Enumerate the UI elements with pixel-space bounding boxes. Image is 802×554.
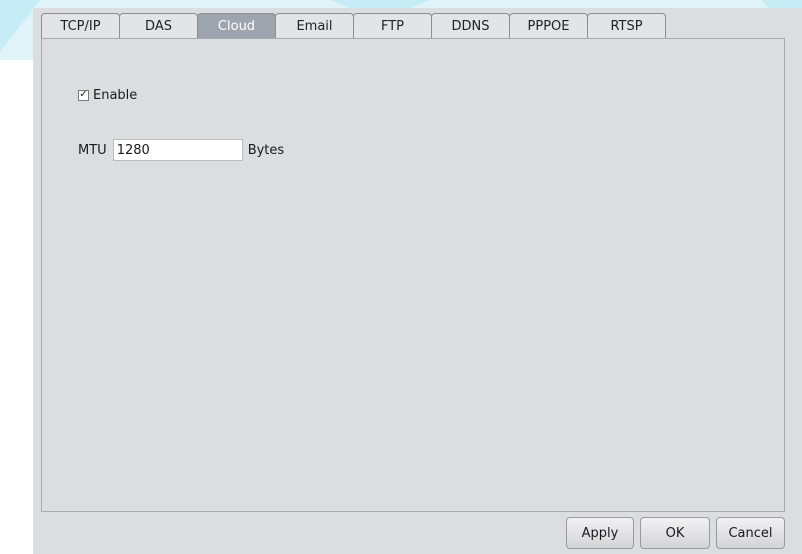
enable-checkbox[interactable]: ✓ — [78, 89, 89, 101]
mtu-input[interactable] — [112, 139, 243, 161]
enable-row: ✓ Enable — [78, 86, 137, 104]
mtu-row: MTU Bytes — [78, 139, 284, 161]
ok-button[interactable]: OK — [640, 517, 710, 549]
enable-label: Enable — [93, 87, 138, 103]
tab-cloud[interactable]: Cloud — [197, 13, 276, 38]
tab-ftp[interactable]: FTP — [353, 13, 432, 38]
mtu-label: MTU — [78, 142, 107, 158]
cloud-settings-dialog: TCP/IP DAS Cloud Email FTP DDNS PPPOE RT… — [33, 8, 802, 554]
tab-das[interactable]: DAS — [119, 13, 198, 38]
tab-pppoe[interactable]: PPPOE — [509, 13, 588, 38]
tab-email[interactable]: Email — [275, 13, 354, 38]
cancel-button[interactable]: Cancel — [716, 517, 785, 549]
tab-tcpip[interactable]: TCP/IP — [41, 13, 120, 38]
tab-ddns[interactable]: DDNS — [431, 13, 510, 38]
tab-bar: TCP/IP DAS Cloud Email FTP DDNS PPPOE RT… — [41, 13, 666, 39]
apply-button[interactable]: Apply — [566, 517, 634, 549]
tab-rtsp[interactable]: RTSP — [587, 13, 666, 38]
cloud-settings-panel: ✓ Enable MTU Bytes — [41, 38, 785, 512]
mtu-unit-label: Bytes — [247, 142, 285, 158]
